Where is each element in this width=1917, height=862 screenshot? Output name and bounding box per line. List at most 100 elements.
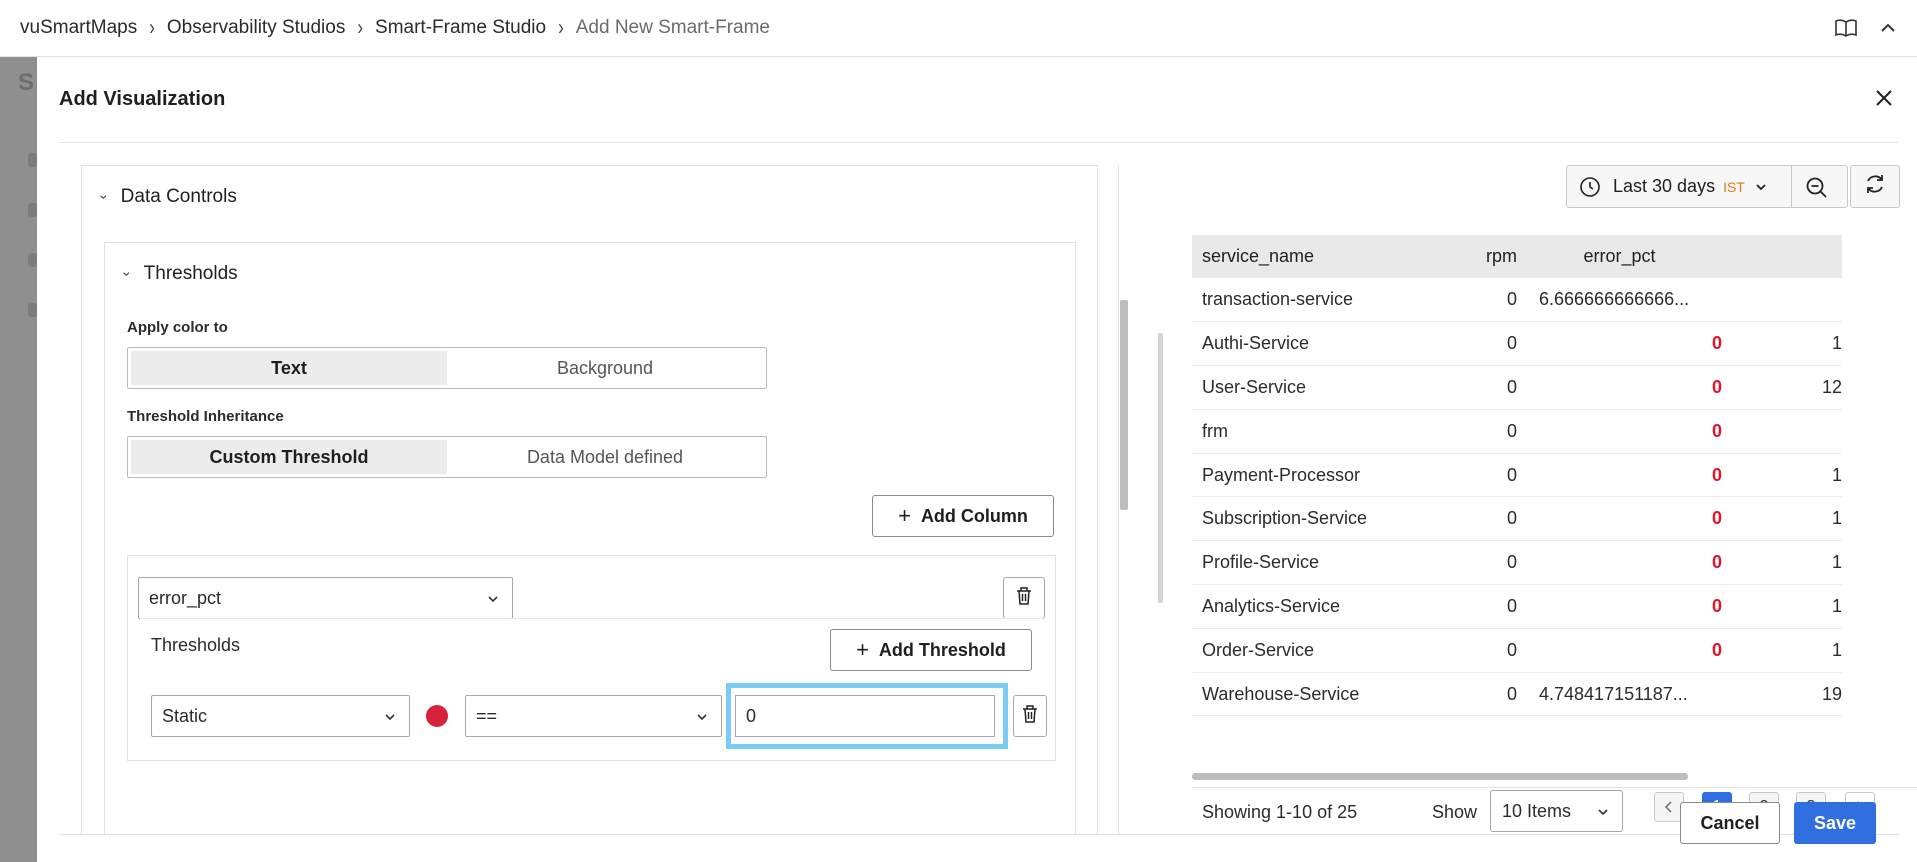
delete-column-button[interactable] bbox=[1003, 577, 1045, 619]
cell-rpm: 0 bbox=[1457, 628, 1517, 673]
cell-extra: 1 bbox=[1722, 628, 1842, 673]
preview-scrollbar[interactable] bbox=[1158, 333, 1163, 603]
cell-extra: 1 bbox=[1722, 453, 1842, 498]
cell-rpm: 0 bbox=[1457, 672, 1517, 717]
time-range-control[interactable]: Last 30 days IST bbox=[1566, 165, 1848, 208]
threshold-inheritance-label: Threshold Inheritance bbox=[127, 408, 284, 425]
table-row: Analytics-Service 0 0 1 bbox=[1192, 584, 1842, 629]
data-model-defined-option[interactable]: Data Model defined bbox=[447, 440, 763, 474]
cell-service-name: Profile-Service bbox=[1192, 540, 1457, 586]
cell-service-name: Warehouse-Service bbox=[1192, 672, 1457, 717]
thresholds-subtitle: Thresholds bbox=[151, 635, 241, 655]
chevron-down-icon bbox=[383, 708, 397, 729]
background-ghost-item bbox=[28, 253, 37, 267]
add-column-button[interactable]: + Add Column bbox=[872, 495, 1054, 537]
cell-service-name: frm bbox=[1192, 409, 1457, 454]
cell-error-pct: 0 bbox=[1517, 321, 1722, 367]
trash-icon bbox=[1021, 704, 1039, 729]
chevron-down-icon bbox=[1596, 805, 1610, 819]
cell-rpm: 0 bbox=[1457, 584, 1517, 629]
cell-extra: 12 bbox=[1722, 365, 1842, 410]
breadcrumb-vusmartmaps[interactable]: vuSmartMaps bbox=[20, 17, 137, 39]
threshold-operator-select[interactable]: == bbox=[465, 695, 722, 737]
data-controls-header[interactable]: › Data Controls bbox=[96, 186, 237, 208]
cell-extra: 1 bbox=[1722, 584, 1842, 629]
cell-rpm: 0 bbox=[1457, 453, 1517, 498]
show-label: Show bbox=[1432, 802, 1478, 822]
save-button[interactable]: Save bbox=[1794, 802, 1876, 844]
column-select[interactable]: error_pct bbox=[138, 577, 513, 619]
table-horizontal-scrollbar[interactable] bbox=[1192, 773, 1688, 780]
clock-icon bbox=[1579, 176, 1601, 198]
custom-threshold-option[interactable]: Custom Threshold bbox=[131, 440, 447, 474]
zoom-out-icon[interactable] bbox=[1805, 176, 1829, 200]
cancel-button[interactable]: Cancel bbox=[1680, 802, 1780, 844]
cell-rpm: 0 bbox=[1457, 321, 1517, 367]
table-row: transaction-service 0 6.666666666666... bbox=[1192, 278, 1842, 323]
cell-service-name: User-Service bbox=[1192, 365, 1457, 410]
cell-extra: 1 bbox=[1722, 496, 1842, 542]
delete-threshold-button[interactable] bbox=[1013, 695, 1047, 737]
cell-extra: 19 bbox=[1722, 672, 1842, 717]
breadcrumb-smart-frame-studio[interactable]: Smart-Frame Studio bbox=[375, 17, 546, 39]
refresh-button[interactable] bbox=[1850, 165, 1900, 208]
cell-service-name: Authi-Service bbox=[1192, 321, 1457, 367]
config-scrollbar[interactable] bbox=[1120, 300, 1128, 510]
close-icon[interactable] bbox=[1873, 87, 1895, 109]
trash-icon bbox=[1015, 586, 1033, 611]
modal-header: Add Visualization bbox=[59, 57, 1899, 143]
chevron-up-icon[interactable] bbox=[1879, 18, 1897, 38]
cell-service-name: transaction-service bbox=[1192, 278, 1457, 323]
modal-backdrop: S bbox=[0, 57, 37, 862]
timezone-badge: IST bbox=[1723, 178, 1745, 195]
breadcrumb-observability-studios[interactable]: Observability Studios bbox=[167, 17, 345, 39]
cell-extra bbox=[1722, 278, 1842, 323]
cell-error-pct: 0 bbox=[1517, 496, 1722, 542]
cell-error-pct: 0 bbox=[1517, 453, 1722, 498]
column-header-error-pct[interactable]: error_pct bbox=[1517, 235, 1722, 278]
cell-extra: 1 bbox=[1722, 540, 1842, 586]
thresholds-title: Thresholds bbox=[143, 263, 238, 284]
threshold-type-select[interactable]: Static bbox=[151, 695, 410, 737]
book-icon[interactable] bbox=[1835, 18, 1857, 38]
preview-table: service_name rpm error_pct transaction-s… bbox=[1192, 235, 1917, 781]
threshold-value-input[interactable]: 0 bbox=[735, 695, 995, 737]
background-ghost-text: S bbox=[18, 69, 35, 96]
items-per-page-select[interactable]: 10 Items bbox=[1490, 790, 1623, 832]
breadcrumb-current: Add New Smart-Frame bbox=[575, 17, 771, 38]
cell-service-name: Subscription-Service bbox=[1192, 496, 1457, 542]
chevron-right-icon: › bbox=[558, 15, 564, 40]
add-threshold-label: Add Threshold bbox=[878, 639, 1006, 660]
cell-rpm: 0 bbox=[1457, 278, 1517, 323]
cell-error-pct: 6.666666666666... bbox=[1517, 278, 1722, 323]
cell-rpm: 0 bbox=[1457, 409, 1517, 454]
cell-rpm: 0 bbox=[1457, 365, 1517, 410]
background-ghost-item bbox=[28, 203, 37, 217]
table-row: User-Service 0 0 12 bbox=[1192, 365, 1842, 410]
thresholds-card: › Thresholds Apply color to Text Backgro… bbox=[104, 242, 1076, 835]
modal-title: Add Visualization bbox=[59, 88, 226, 110]
apply-color-background-option[interactable]: Background bbox=[447, 351, 763, 385]
thresholds-header[interactable]: › Thresholds bbox=[119, 263, 238, 285]
chevron-right-icon: › bbox=[149, 15, 155, 40]
column-header-service-name[interactable]: service_name bbox=[1192, 235, 1457, 278]
table-row: frm 0 0 bbox=[1192, 409, 1842, 454]
column-header-rpm[interactable]: rpm bbox=[1457, 235, 1517, 278]
table-row: Payment-Processor 0 0 1 bbox=[1192, 453, 1842, 498]
column-threshold-group: error_pct Thresholds + Add Threshold Sta… bbox=[127, 555, 1056, 761]
cell-rpm: 0 bbox=[1457, 540, 1517, 586]
refresh-icon bbox=[1863, 172, 1887, 201]
add-column-label: Add Column bbox=[920, 505, 1028, 526]
plus-icon: + bbox=[898, 503, 911, 528]
threshold-operator-value: == bbox=[476, 705, 498, 726]
add-threshold-button[interactable]: + Add Threshold bbox=[830, 629, 1032, 671]
background-ghost-item bbox=[28, 303, 37, 317]
cell-service-name: Analytics-Service bbox=[1192, 584, 1457, 629]
data-controls-title: Data Controls bbox=[120, 186, 237, 207]
chevron-left-icon bbox=[1664, 801, 1672, 813]
pane-divider bbox=[1118, 165, 1119, 835]
apply-color-text-option[interactable]: Text bbox=[131, 351, 447, 385]
threshold-color-swatch[interactable] bbox=[426, 705, 448, 727]
cell-service-name: Payment-Processor bbox=[1192, 453, 1457, 498]
threshold-type-value: Static bbox=[162, 705, 208, 726]
